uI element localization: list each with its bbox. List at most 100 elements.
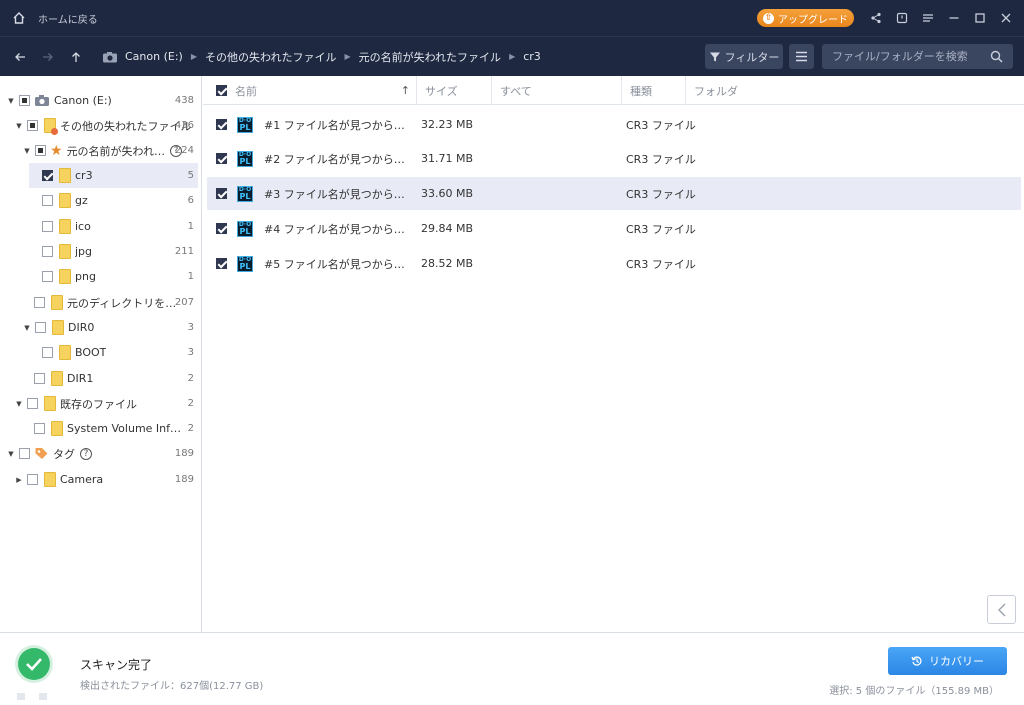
tree-item-dir1[interactable]: DIR1 2 [0,366,201,391]
view-menu-button[interactable] [789,44,814,69]
row-checkbox[interactable] [216,153,227,164]
tree-checkbox[interactable] [42,347,53,358]
collapse-icon[interactable]: ▼ [23,147,31,155]
file-list: 名前 ↑ サイズ すべて 種類 フォルダ D·O PL #1 ファイル名が見つから… [203,76,1024,632]
column-type[interactable]: 種類 [621,76,685,105]
column-folder[interactable]: フォルダ [685,76,885,105]
file-name: #5 ファイル名が見つからないファイ… [264,257,414,271]
tree-item-canon-drive[interactable]: ▼ Canon (E:) 438 [0,88,201,113]
tree-checkbox[interactable] [27,474,38,485]
tree-item-label: gz [75,194,88,207]
tree-checkbox[interactable] [27,120,38,131]
row-checkbox[interactable] [216,258,227,269]
search-icon[interactable] [990,50,1003,63]
pause-icon[interactable] [17,693,25,700]
tree-item-dir0[interactable]: ▼ DIR0 3 [0,315,201,340]
tree-item-boot[interactable]: BOOT 3 [0,340,201,365]
tree-item-lost-directory[interactable]: 元のディレクトリを失った… 207 [0,290,201,315]
tree-checkbox[interactable] [42,271,53,282]
tree-item-original-name-lost[interactable]: ▼ ★ 元の名前が失われ… ? 224 [0,138,201,163]
collapse-icon[interactable]: ▼ [15,400,23,408]
select-all-checkbox[interactable] [216,85,227,96]
collapse-icon[interactable]: ▼ [7,97,15,105]
tree-checkbox[interactable] [34,297,45,308]
nav-bar: Canon (E:) ▶ その他の失われたファイル ▶ 元の名前が失われたファイ… [0,36,1024,76]
tree-checkbox[interactable] [34,423,45,434]
folder-icon [59,168,71,183]
status-footer: スキャン完了 検出されたファイル：627個(12.77 GB) リカバリー 選択… [0,632,1024,705]
tree-checkbox[interactable] [42,195,53,206]
collapse-icon[interactable]: ▼ [7,450,15,458]
back-arrow-icon[interactable] [12,49,28,65]
filter-button[interactable]: フィルター [705,44,783,69]
tree-checkbox[interactable] [42,170,53,181]
tree-item-jpg[interactable]: jpg 211 [0,239,201,264]
maximize-icon[interactable] [974,12,986,24]
tree-item-tags[interactable]: ▼ タグ ? 189 [0,441,201,466]
breadcrumb-item[interactable]: 元の名前が失われたファイル [359,49,501,65]
column-all[interactable]: すべて [491,76,621,105]
table-row[interactable]: D·OPL #4 ファイル名が見つからないファイ… 29.84 MB CR3 フ… [207,212,1021,245]
tree-item-camera[interactable]: ▶ Camera 189 [0,467,201,492]
tree-item-label: BOOT [75,346,107,359]
tree-item-existing-files[interactable]: ▼ 既存のファイル 2 [0,391,201,416]
minimize-icon[interactable] [948,12,960,24]
table-row[interactable]: D·OPL #3 ファイル名が見つからないファイ… 33.60 MB CR3 フ… [207,177,1021,210]
tree-item-gz[interactable]: gz 6 [0,188,201,213]
column-size[interactable]: サイズ [416,76,491,105]
tree-checkbox[interactable] [19,95,30,106]
file-size: 29.84 MB [421,222,474,235]
tree-checkbox[interactable] [19,448,30,459]
breadcrumb-item[interactable]: cr3 [523,50,541,63]
selection-info: 選択: 5 個のファイル（155.89 MB） [829,686,999,697]
home-button[interactable]: ホームに戻る [12,0,98,36]
tree-checkbox[interactable] [35,322,46,333]
collapse-icon[interactable]: ▼ [15,122,23,130]
close-icon[interactable] [1000,12,1012,24]
tree-item-count: 207 [174,297,194,308]
column-all-label: すべて [500,84,532,98]
tree-item-count: 189 [174,474,194,485]
tree-item-system-volume[interactable]: System Volume Inform… 2 [0,416,201,441]
tree-item-png[interactable]: png 1 [0,264,201,289]
tree-checkbox[interactable] [27,398,38,409]
table-row[interactable]: D·OPL #1 ファイル名が見つからないファイ… 32.23 MB CR3 フ… [207,108,1021,141]
tree-checkbox[interactable] [42,246,53,257]
camera-drive-icon [103,51,117,62]
breadcrumb-separator-icon: ▶ [344,52,351,61]
feedback-icon[interactable] [896,12,908,24]
folder-icon [59,345,71,360]
preview-panel-toggle[interactable] [987,595,1016,624]
up-arrow-icon[interactable] [68,49,84,65]
table-row[interactable]: D·OPL #2 ファイル名が見つからないファイ… 31.71 MB CR3 フ… [207,142,1021,175]
tree-item-cr3[interactable]: cr3 5 [29,163,198,188]
tree-checkbox[interactable] [34,373,45,384]
file-type: CR3 ファイル [626,152,696,166]
breadcrumb-item[interactable]: Canon (E:) [125,50,183,63]
tree-checkbox[interactable] [35,145,46,156]
tree-item-label: 元の名前が失われ… [66,144,166,158]
search-input[interactable] [832,50,992,63]
breadcrumb-item[interactable]: その他の失われたファイル [205,49,336,65]
row-checkbox[interactable] [216,188,227,199]
stop-icon[interactable] [39,693,47,700]
recover-button[interactable]: リカバリー [888,647,1007,675]
collapse-icon[interactable]: ▼ [23,324,31,332]
upgrade-button[interactable]: ⇧ アップグレード [757,9,854,27]
share-icon[interactable] [870,12,882,24]
tree-item-count: 1 [187,271,194,282]
help-icon[interactable]: ? [80,447,92,460]
sort-ascending-icon: ↑ [400,84,410,97]
tree-checkbox[interactable] [42,221,53,232]
tree-item-other-lost-files[interactable]: ▼ その他の失われたファイル 436 [0,113,201,138]
row-checkbox[interactable] [216,223,227,234]
column-type-label: 種類 [630,84,652,98]
menu-icon[interactable] [922,12,934,24]
forward-arrow-icon[interactable] [40,49,56,65]
table-row[interactable]: D·OPL #5 ファイル名が見つからないファイ… 28.52 MB CR3 フ… [207,247,1021,280]
tree-item-label: タグ [53,447,75,461]
tree-item-ico[interactable]: ico 1 [0,214,201,239]
expand-icon[interactable]: ▶ [15,476,23,484]
column-name[interactable]: 名前 ↑ [227,76,416,105]
row-checkbox[interactable] [216,119,227,130]
